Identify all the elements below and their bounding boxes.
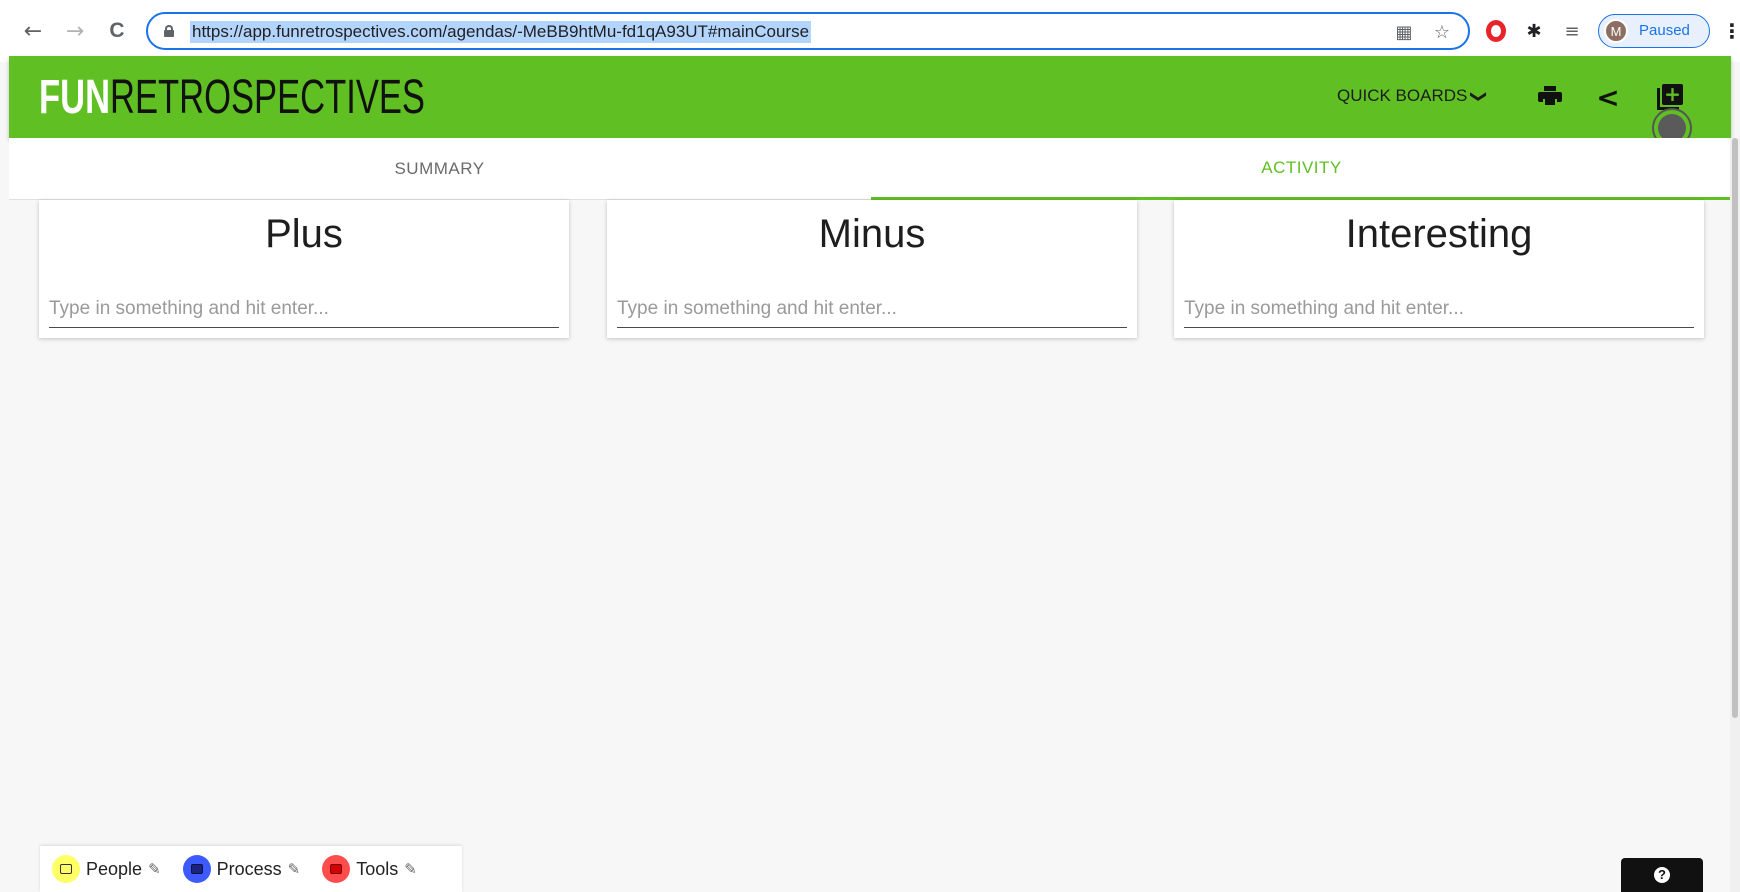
lock-icon[interactable] bbox=[164, 25, 174, 37]
browser-menu-icon[interactable]: ⋮ bbox=[1722, 18, 1740, 44]
quick-boards-dropdown[interactable]: QUICK BOARDS ❯ bbox=[1337, 86, 1490, 106]
people-color-swatch[interactable] bbox=[52, 855, 80, 883]
forward-arrow-icon[interactable]: → bbox=[62, 18, 88, 44]
legend-item-people[interactable]: People ✎ bbox=[52, 855, 161, 883]
bookmark-star-icon[interactable]: ☆ bbox=[1432, 22, 1452, 43]
legend-item-tools[interactable]: Tools ✎ bbox=[322, 855, 417, 883]
column-plus: Plus bbox=[39, 200, 569, 338]
tab-bar: SUMMARY ACTIVITY bbox=[9, 138, 1732, 200]
url-text[interactable]: https://app.funretrospectives.com/agenda… bbox=[190, 21, 812, 43]
legend-label: Tools bbox=[356, 858, 399, 879]
chevron-down-icon: ❯ bbox=[1470, 89, 1490, 103]
edit-pencil-icon[interactable]: ✎ bbox=[404, 860, 417, 878]
column-input[interactable] bbox=[49, 290, 559, 328]
quick-boards-label: QUICK BOARDS bbox=[1337, 86, 1468, 105]
profile-status: Paused bbox=[1639, 22, 1690, 39]
app-header: FUNRETROSPECTIVES QUICK BOARDS ❯ < + bbox=[9, 56, 1731, 138]
process-color-swatch[interactable] bbox=[182, 855, 211, 883]
column-title: Interesting bbox=[1345, 212, 1533, 256]
help-icon: ? bbox=[1654, 867, 1670, 883]
edit-pencil-icon[interactable]: ✎ bbox=[148, 860, 161, 878]
column-input[interactable] bbox=[617, 290, 1127, 328]
profile-button[interactable]: M Paused bbox=[1598, 14, 1710, 48]
opera-extension-icon[interactable] bbox=[1484, 19, 1508, 43]
tools-color-swatch[interactable] bbox=[322, 855, 351, 883]
back-arrow-icon[interactable]: ← bbox=[20, 18, 46, 44]
help-button[interactable]: ? bbox=[1621, 858, 1703, 892]
reload-icon[interactable]: C bbox=[104, 18, 130, 44]
print-icon[interactable] bbox=[1535, 82, 1565, 112]
legend-item-process[interactable]: Process ✎ bbox=[182, 855, 301, 883]
column-title: Plus bbox=[265, 212, 343, 256]
tab-activity[interactable]: ACTIVITY bbox=[871, 138, 1732, 200]
address-bar[interactable]: https://app.funretrospectives.com/agenda… bbox=[146, 12, 1470, 50]
column-title: Minus bbox=[818, 212, 926, 256]
logo[interactable]: FUNRETROSPECTIVES bbox=[39, 70, 425, 126]
column-minus: Minus bbox=[607, 200, 1137, 338]
extensions-puzzle-icon[interactable]: ✱ bbox=[1522, 19, 1546, 43]
scrollbar-thumb[interactable] bbox=[1732, 138, 1738, 718]
tab-summary[interactable]: SUMMARY bbox=[9, 138, 870, 200]
legend-label: People bbox=[86, 858, 143, 879]
column-input[interactable] bbox=[1184, 290, 1694, 328]
column-interesting: Interesting bbox=[1174, 200, 1704, 338]
legend-label: Process bbox=[216, 858, 282, 879]
avatar: M bbox=[1604, 19, 1628, 43]
category-legend: People ✎ Process ✎ Tools ✎ bbox=[40, 846, 462, 892]
scrollbar[interactable] bbox=[1730, 138, 1740, 892]
edit-pencil-icon[interactable]: ✎ bbox=[288, 860, 301, 878]
share-icon[interactable]: < bbox=[1593, 81, 1623, 114]
browser-toolbar: ← → C https://app.funretrospectives.com/… bbox=[0, 0, 1740, 62]
reading-list-icon[interactable]: ≡ bbox=[1560, 19, 1584, 43]
qr-code-icon[interactable]: ▦ bbox=[1394, 22, 1414, 43]
